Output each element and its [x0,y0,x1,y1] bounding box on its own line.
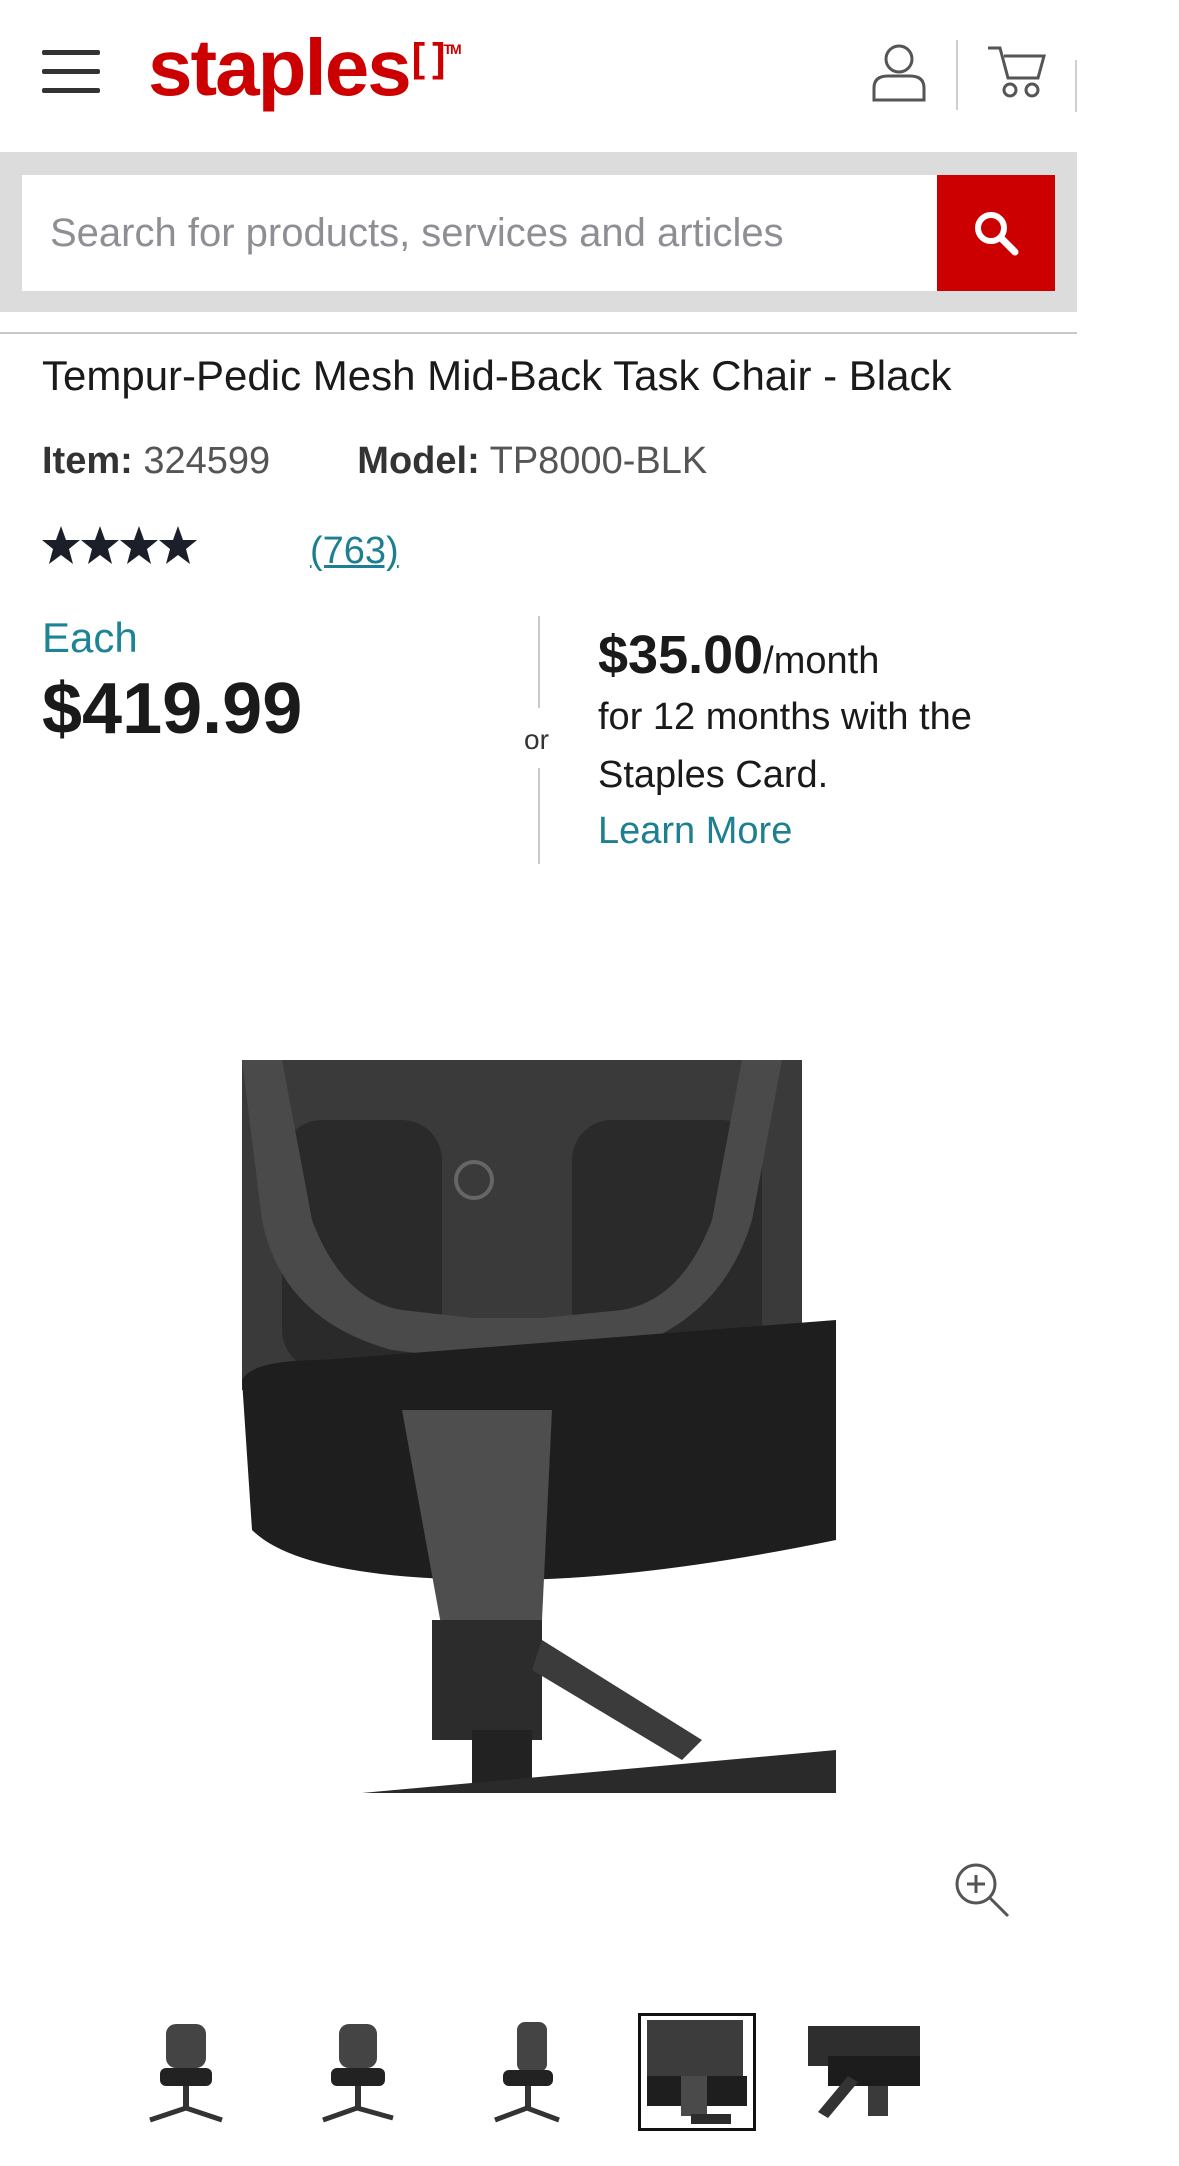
zoom-in-icon[interactable] [952,1860,1010,1918]
logo-mark: [ ] [411,36,446,80]
financing-terms-line1: for 12 months with the [598,696,972,738]
site-header: staples[ ]TM [0,0,1077,152]
logo-tm: TM [443,41,461,57]
product-meta: Item: 324599 Model: TP8000-BLK [42,440,707,483]
thumbnail-chair-front[interactable] [130,2016,242,2128]
staples-logo[interactable]: staples[ ]TM [148,28,462,108]
price-divider-bottom [538,768,540,864]
logo-text: staples [148,23,412,112]
cart-icon[interactable] [986,44,1046,100]
product-price: $419.99 [42,669,303,749]
each-label: Each [42,614,138,661]
item-label: Item: [42,440,133,482]
search-divider [0,332,1077,334]
rating-stars[interactable] [42,524,198,570]
review-count-link[interactable]: (763) [310,530,399,573]
monthly-suffix: /month [763,640,880,682]
learn-more-link[interactable]: Learn More [598,810,792,853]
header-divider [956,40,958,110]
thumbnail-chair-side[interactable] [469,2016,581,2128]
thumbnail-chair-back[interactable] [638,2013,756,2131]
product-main-image[interactable] [242,1060,836,1793]
star-icon [42,526,80,564]
account-icon[interactable] [870,42,928,102]
thumbnail-chair-angle[interactable] [299,2016,411,2128]
financing-terms-line2: Staples Card. [598,754,829,796]
search-icon [975,212,1019,256]
star-icon [120,526,158,564]
model-label: Model: [357,440,480,482]
monthly-amount: $35.00 [598,625,764,685]
product-title: Tempur-Pedic Mesh Mid-Back Task Chair - … [42,352,952,399]
star-icon [159,526,197,564]
star-icon [81,526,119,564]
model-number: TP8000-BLK [489,440,708,482]
or-label: or [524,724,549,755]
search-input[interactable] [22,175,938,291]
item-number: 324599 [143,440,271,482]
menu-icon[interactable] [42,50,100,94]
search-button[interactable] [937,175,1055,291]
header-edge-line [1075,60,1077,112]
price-divider-top [538,616,540,708]
thumbnail-chair-mechanism[interactable] [808,2016,920,2128]
monthly-price: $35.00/month [598,624,879,686]
